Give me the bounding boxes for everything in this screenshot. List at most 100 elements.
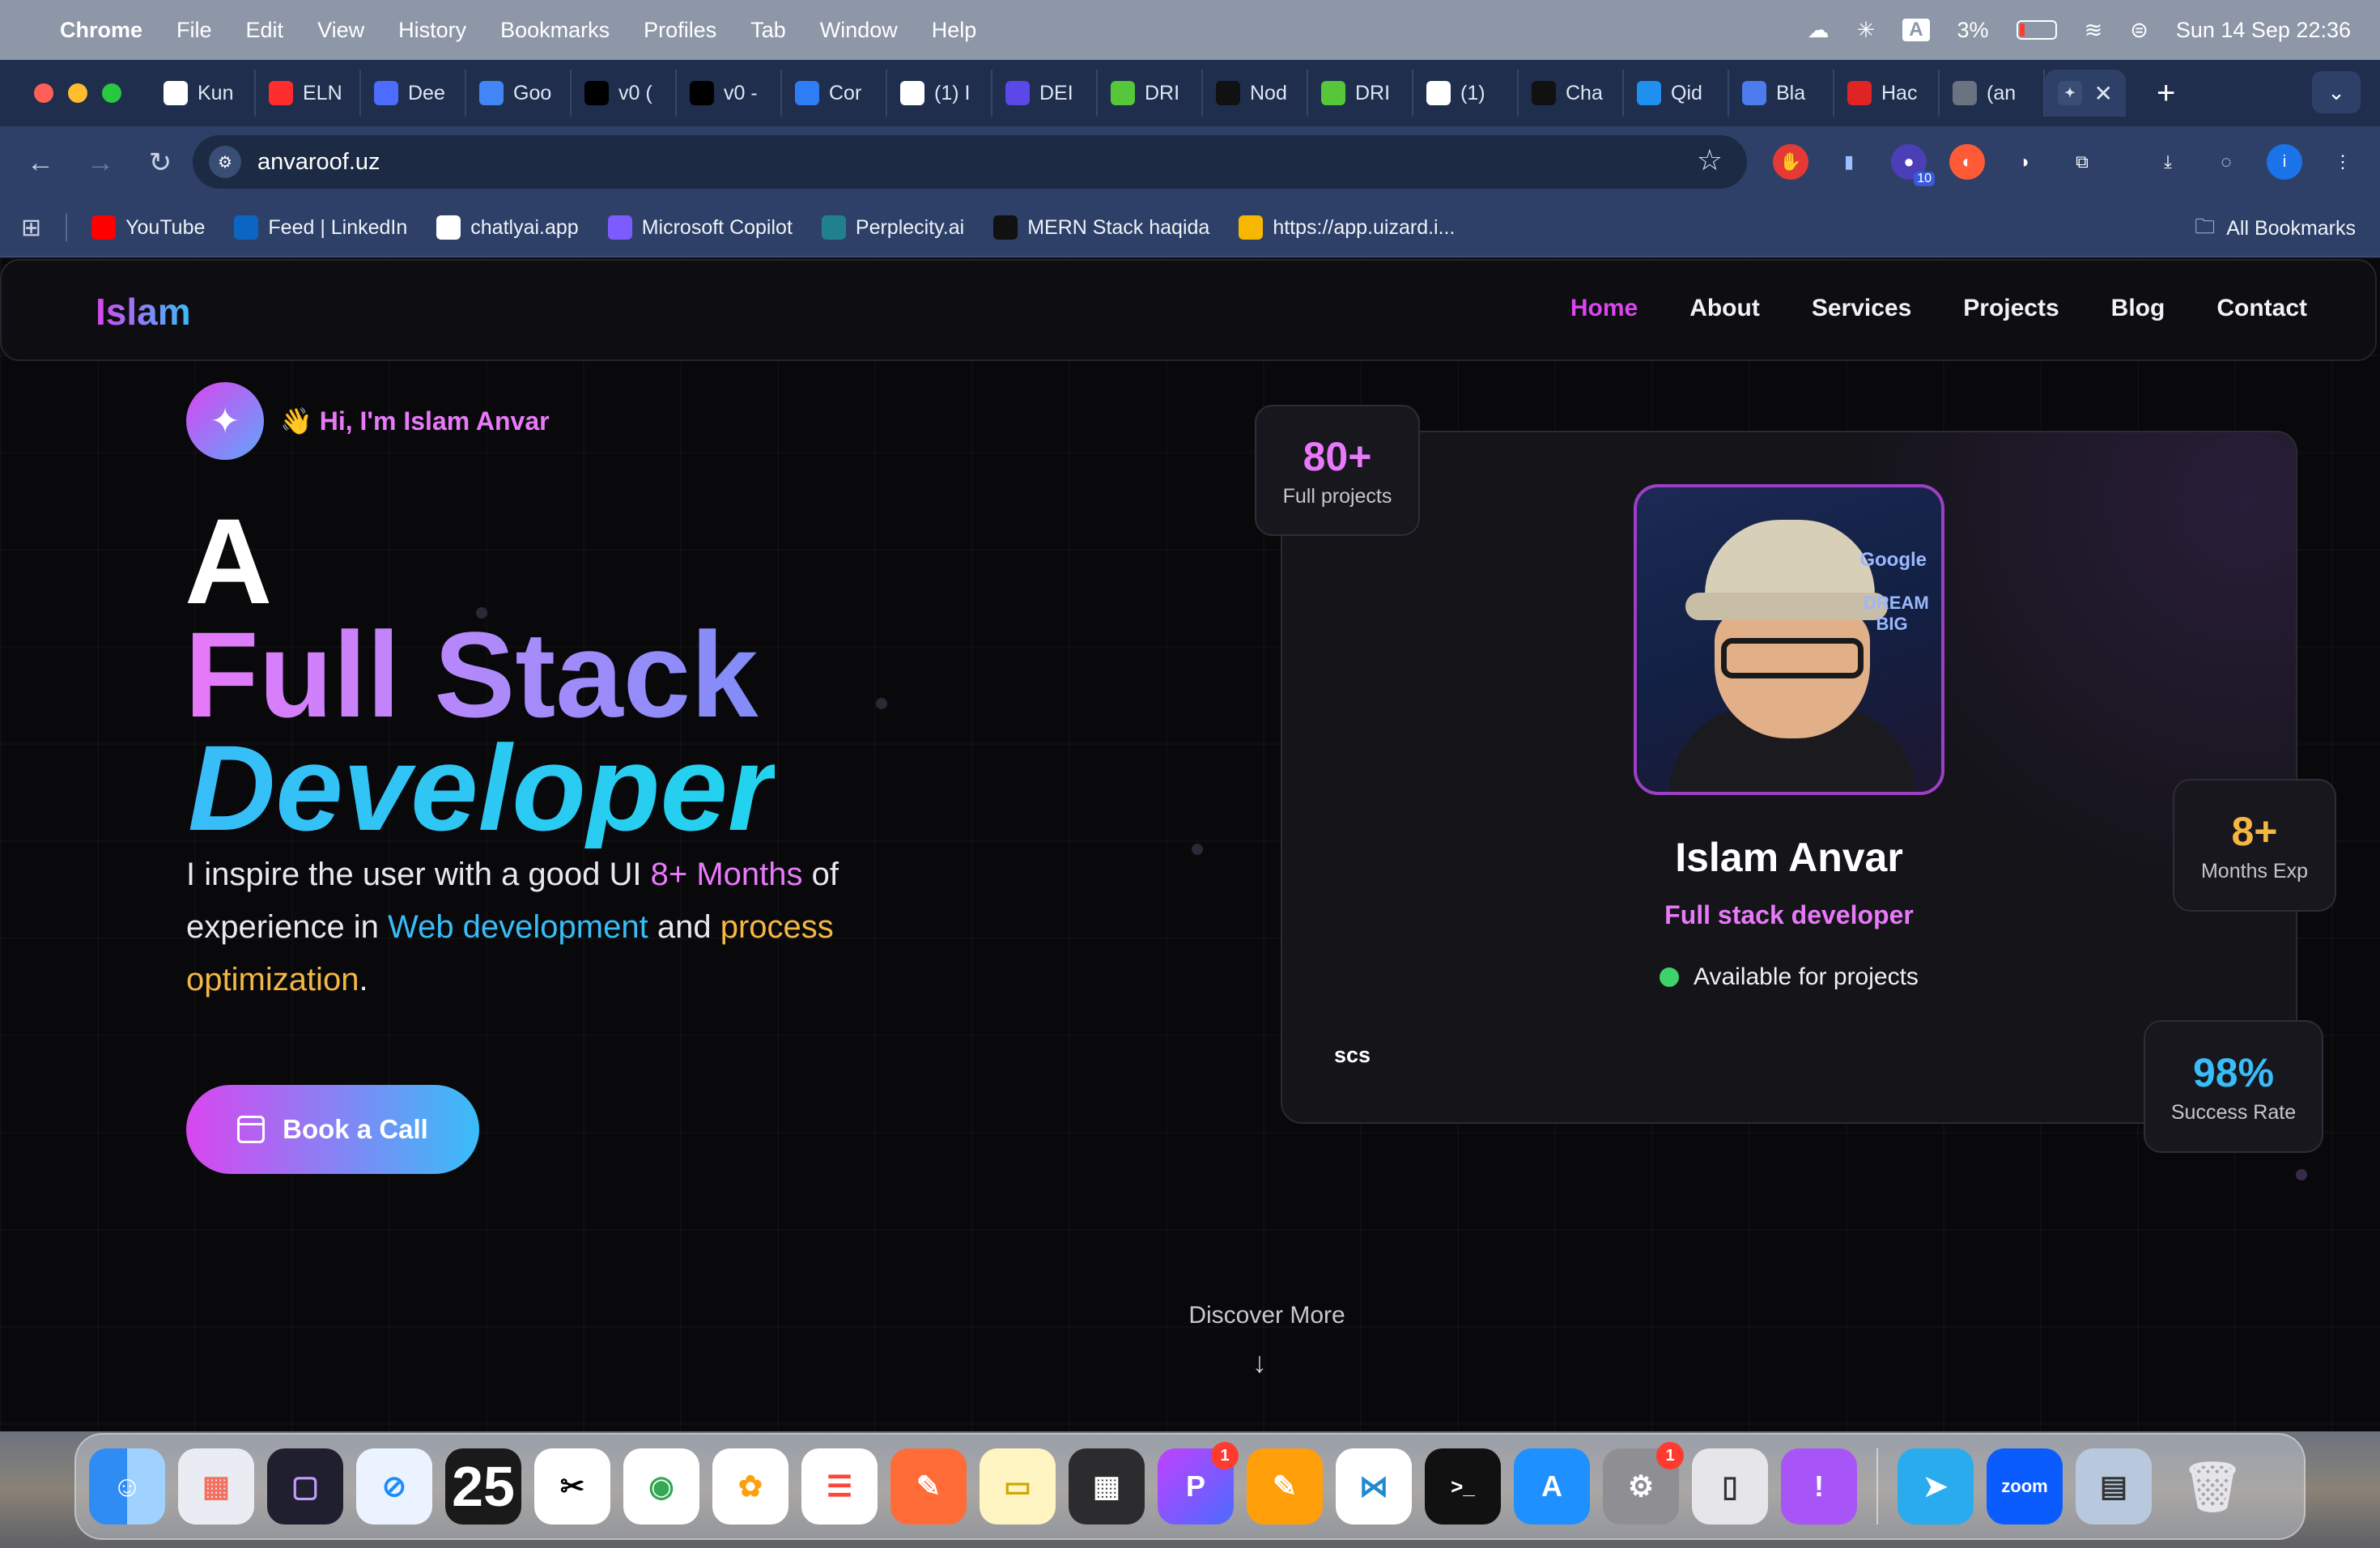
vscode-icon[interactable]: ⋈ — [1336, 1448, 1412, 1525]
tab-item[interactable]: (1) — [1413, 70, 1519, 117]
tab-item[interactable]: DEI — [992, 70, 1098, 117]
new-tab-button[interactable]: + — [2157, 75, 2175, 112]
minimize-window-button[interactable] — [68, 83, 87, 103]
discover-more-link[interactable]: Discover More — [0, 1302, 2380, 1329]
iphone-mirroring-icon[interactable]: ▯ — [1692, 1448, 1768, 1525]
nav-projects[interactable]: Projects — [1963, 295, 2059, 322]
tab-item[interactable]: Cha — [1519, 70, 1624, 117]
nav-services[interactable]: Services — [1812, 295, 1911, 322]
reload-button[interactable]: ↻ — [141, 147, 180, 179]
tab-item[interactable]: Kun — [151, 70, 256, 117]
calendar-app-icon[interactable]: 25 — [445, 1448, 521, 1525]
bookmark-item[interactable]: Perplecity.ai — [821, 215, 964, 240]
calculator-icon[interactable]: ▦ — [1069, 1448, 1145, 1525]
tab-item[interactable]: (1) I — [887, 70, 992, 117]
pages-icon[interactable]: ✎ — [1247, 1448, 1323, 1525]
battery-icon[interactable] — [2016, 20, 2057, 40]
tab-item[interactable]: Hac — [1834, 70, 1940, 117]
menu-profiles[interactable]: Profiles — [644, 18, 716, 43]
extension-red-icon[interactable]: ✋ — [1773, 144, 1808, 180]
chrome-menu-icon[interactable]: ⋮ — [2325, 144, 2361, 180]
tab-item[interactable]: Bla — [1729, 70, 1834, 117]
tab-item[interactable]: v0 - — [677, 70, 782, 117]
trash-icon[interactable]: 🗑 — [2174, 1448, 2250, 1525]
performance-icon[interactable]: ◌ — [2208, 144, 2244, 180]
profile-avatar-icon[interactable]: i — [2267, 144, 2302, 180]
bookmark-item[interactable]: chatlyai.app — [436, 215, 579, 240]
extension-shield-icon[interactable]: ◐ — [1949, 144, 1985, 180]
extension-circle-icon[interactable]: ◑ — [2006, 144, 2042, 180]
tab-item[interactable]: Nod — [1203, 70, 1308, 117]
menu-history[interactable]: History — [398, 18, 466, 43]
menu-edit[interactable]: Edit — [246, 18, 284, 43]
downloads-icon[interactable]: ⤓ — [2150, 144, 2186, 180]
launchpad-icon[interactable]: ▦ — [178, 1448, 254, 1525]
reminders-icon[interactable]: ☰ — [801, 1448, 878, 1525]
safari-icon[interactable]: ⊘ — [356, 1448, 432, 1525]
apps-grid-icon[interactable]: ⊞ — [21, 214, 41, 242]
system-settings-icon[interactable]: ⚙ 1 — [1603, 1442, 1684, 1525]
capcut-icon[interactable]: ✂ — [534, 1448, 610, 1525]
tab-item[interactable]: (an — [1940, 70, 2045, 117]
menu-help[interactable]: Help — [932, 18, 977, 43]
downloads-stack-icon[interactable]: ▤ — [2076, 1448, 2152, 1525]
chrome-icon[interactable]: ◉ — [623, 1448, 699, 1525]
tab-close-icon[interactable]: ✕ — [2094, 80, 2113, 107]
bookmark-item[interactable]: MERN Stack haqida — [993, 215, 1209, 240]
telegram-icon[interactable]: ➤ — [1898, 1448, 1974, 1525]
postman-icon[interactable]: ✎ — [890, 1448, 967, 1525]
arrow-down-icon[interactable]: ↓ — [1252, 1346, 1267, 1380]
bookmark-item[interactable]: Feed | LinkedIn — [234, 215, 407, 240]
extension-badge-icon[interactable]: ● 10 — [1891, 144, 1935, 186]
feedback-icon[interactable]: ! — [1781, 1448, 1857, 1525]
bookmark-star-icon[interactable]: ☆ — [1697, 143, 1723, 177]
menubar-clock[interactable]: Sun 14 Sep 22:36 — [2176, 18, 2351, 43]
back-button[interactable]: ← — [21, 147, 60, 179]
tab-item[interactable]: Dee — [361, 70, 466, 117]
tab-item[interactable]: DRI — [1308, 70, 1413, 117]
photos-icon[interactable]: ✿ — [712, 1448, 788, 1525]
tab-item[interactable]: Qid — [1624, 70, 1729, 117]
bookmark-item[interactable]: https://app.uizard.i... — [1239, 215, 1455, 240]
sparkle-status-icon[interactable]: ✳ — [1857, 18, 1876, 43]
tab-item[interactable]: v0 ( — [572, 70, 677, 117]
notes-icon[interactable]: ▭ — [980, 1448, 1056, 1525]
menu-app-name[interactable]: Chrome — [60, 18, 142, 43]
menu-window[interactable]: Window — [820, 18, 898, 43]
bookmark-item[interactable]: Microsoft Copilot — [607, 215, 793, 240]
control-center-icon[interactable]: ⊜ — [2130, 18, 2148, 43]
tab-search-button[interactable]: ⌄ — [2312, 71, 2361, 113]
input-source-indicator[interactable]: A — [1902, 19, 1930, 41]
extension-doc-icon[interactable]: ▮ — [1831, 144, 1867, 180]
finder-icon[interactable]: ☺ — [89, 1448, 165, 1525]
app-store-icon[interactable]: A — [1514, 1448, 1590, 1525]
menu-tab[interactable]: Tab — [750, 18, 786, 43]
tab-item[interactable]: ELN — [256, 70, 361, 117]
address-text[interactable]: anvaroof.uz — [257, 149, 380, 176]
app-frame-icon[interactable]: ▢ — [267, 1448, 343, 1525]
book-call-button[interactable]: Book a Call — [186, 1085, 479, 1174]
zoom-window-button[interactable] — [102, 83, 121, 103]
zoom-icon[interactable]: zoom — [1987, 1448, 2063, 1525]
close-window-button[interactable] — [34, 83, 53, 103]
tab-item[interactable]: Goo — [466, 70, 572, 117]
menu-bookmarks[interactable]: Bookmarks — [500, 18, 610, 43]
extensions-puzzle-icon[interactable]: ⧉ — [2064, 144, 2100, 180]
menu-file[interactable]: File — [176, 18, 212, 43]
menu-view[interactable]: View — [317, 18, 364, 43]
nav-about[interactable]: About — [1689, 295, 1760, 322]
weather-icon[interactable]: ☁ — [1808, 18, 1830, 43]
site-info-icon[interactable]: ⚙ — [209, 146, 241, 178]
nav-home[interactable]: Home — [1570, 295, 1638, 322]
address-bar[interactable]: ⚙ anvaroof.uz ☆ — [193, 135, 1747, 189]
bookmark-item[interactable]: YouTube — [91, 215, 205, 240]
site-logo[interactable]: Islam — [96, 290, 191, 334]
terminal-icon[interactable]: >_ — [1425, 1448, 1501, 1525]
nav-contact[interactable]: Contact — [2216, 295, 2307, 322]
tab-active[interactable]: ✦ ✕ — [2045, 70, 2126, 117]
picsart-icon[interactable]: P1 — [1158, 1442, 1239, 1525]
wifi-icon[interactable]: ≋ — [2085, 18, 2103, 43]
forward-button[interactable]: → — [81, 147, 120, 179]
tab-item[interactable]: DRI — [1098, 70, 1203, 117]
tab-item[interactable]: Cor — [782, 70, 887, 117]
